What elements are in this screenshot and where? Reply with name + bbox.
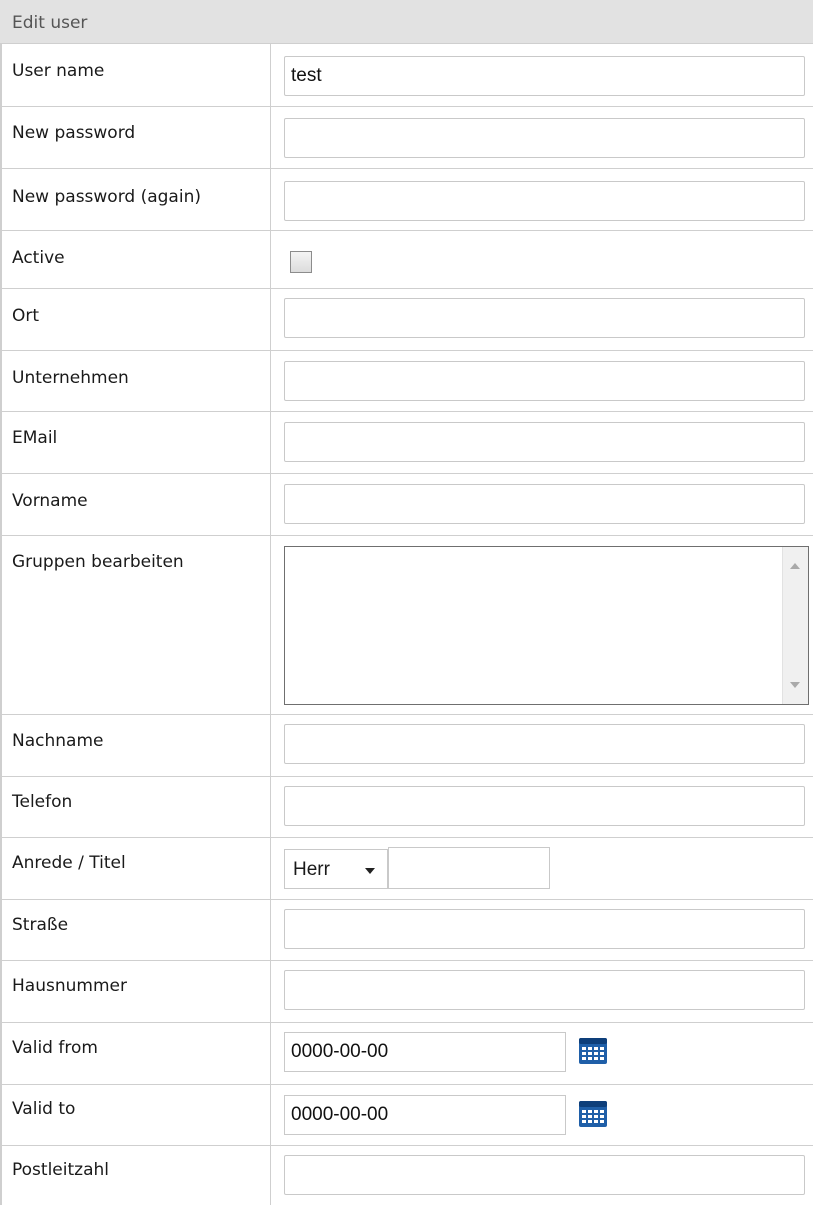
new-password-input[interactable] [284, 118, 805, 158]
row-divider [0, 1145, 813, 1146]
telefon-input[interactable] [284, 786, 805, 826]
valid-from-label: Valid from [12, 1038, 98, 1058]
row-divider [0, 960, 813, 961]
new-password-again-label: New password (again) [12, 187, 201, 207]
row-divider [0, 230, 813, 231]
gruppen-listbox[interactable] [284, 546, 809, 705]
username-label: User name [12, 61, 105, 81]
row-divider [0, 535, 813, 536]
row-divider [0, 899, 813, 900]
active-label: Active [12, 248, 65, 268]
row-divider [0, 714, 813, 715]
valid-from-input[interactable] [284, 1032, 566, 1072]
row-divider [0, 106, 813, 107]
listbox-scrollbar[interactable] [782, 547, 808, 704]
anrede-titel-label: Anrede / Titel [12, 853, 126, 873]
new-password-again-input[interactable] [284, 181, 805, 221]
edit-user-form: Edit user User name New password New pas… [0, 0, 813, 1205]
scroll-up-arrow-icon[interactable] [790, 563, 800, 569]
row-divider [0, 473, 813, 474]
column-divider [270, 44, 271, 1205]
anrede-selected-value: Herr [293, 859, 330, 880]
row-divider [0, 350, 813, 351]
form-header: Edit user [0, 0, 813, 44]
gruppen-label: Gruppen bearbeiten [12, 552, 184, 572]
ort-label: Ort [12, 306, 40, 326]
vorname-label: Vorname [12, 491, 88, 511]
telefon-label: Telefon [12, 792, 73, 812]
row-divider [0, 168, 813, 169]
calendar-icon[interactable] [578, 1100, 608, 1128]
strasse-input[interactable] [284, 909, 805, 949]
vorname-input[interactable] [284, 484, 805, 524]
chevron-down-icon [365, 868, 375, 874]
valid-to-label: Valid to [12, 1099, 76, 1119]
nachname-input[interactable] [284, 724, 805, 764]
ort-input[interactable] [284, 298, 805, 338]
new-password-label: New password [12, 123, 136, 143]
row-divider [0, 776, 813, 777]
unternehmen-input[interactable] [284, 361, 805, 401]
nachname-label: Nachname [12, 731, 104, 751]
row-divider [0, 1022, 813, 1023]
row-divider [0, 288, 813, 289]
valid-to-input[interactable] [284, 1095, 566, 1135]
email-input[interactable] [284, 422, 805, 462]
strasse-label: Straße [12, 915, 69, 935]
username-input[interactable] [284, 56, 805, 96]
email-label: EMail [12, 428, 58, 448]
row-divider [0, 1084, 813, 1085]
active-checkbox[interactable] [290, 251, 312, 273]
anrede-select[interactable]: Herr [284, 849, 388, 889]
row-divider [0, 411, 813, 412]
unternehmen-label: Unternehmen [12, 368, 129, 388]
postleitzahl-label: Postleitzahl [12, 1160, 109, 1180]
titel-input[interactable] [388, 847, 550, 889]
hausnummer-input[interactable] [284, 970, 805, 1010]
scroll-down-arrow-icon[interactable] [790, 682, 800, 688]
hausnummer-label: Hausnummer [12, 976, 127, 996]
form-title: Edit user [12, 13, 88, 33]
left-border [0, 44, 2, 1205]
calendar-icon[interactable] [578, 1037, 608, 1065]
postleitzahl-input[interactable] [284, 1155, 805, 1195]
row-divider [0, 837, 813, 838]
